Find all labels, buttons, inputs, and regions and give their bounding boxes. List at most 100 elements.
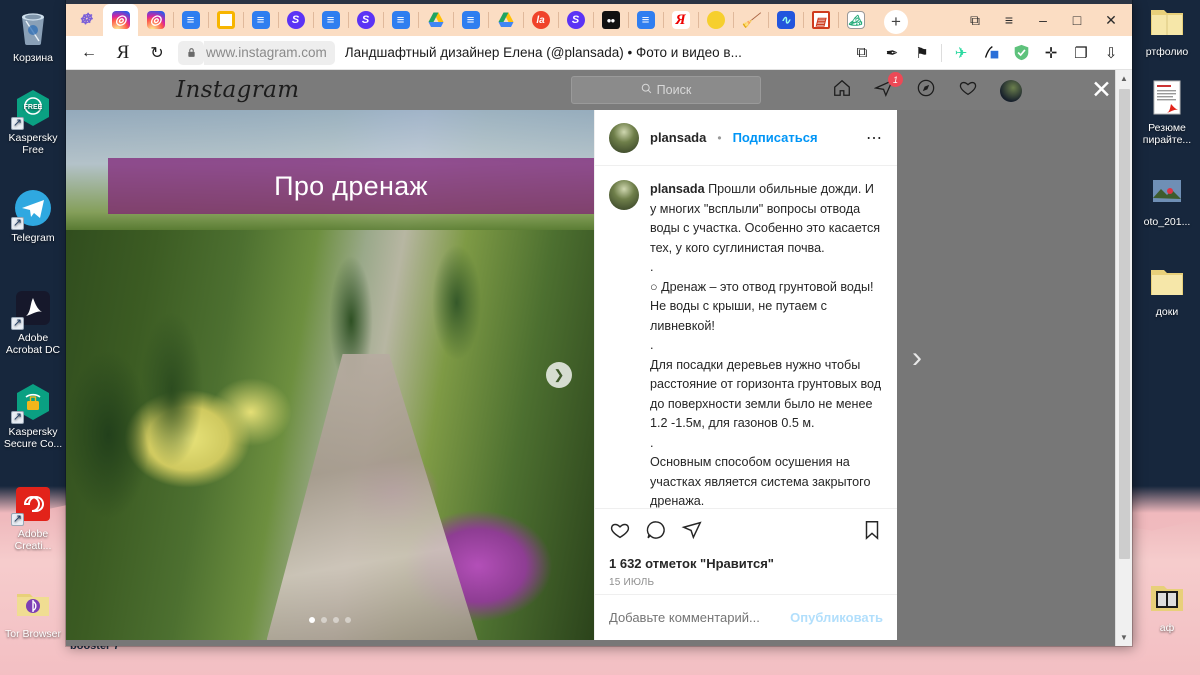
carousel-dot[interactable] (321, 617, 327, 623)
reader-mode-icon[interactable]: ✒ (877, 38, 907, 68)
activity-heart-icon[interactable] (958, 78, 978, 103)
scroll-down-icon[interactable]: ▼ (1116, 629, 1133, 646)
search-input[interactable]: Поиск (571, 76, 761, 104)
caption-author-username[interactable]: plansada (650, 182, 705, 196)
carousel-dots (309, 617, 351, 623)
tab-doc-2[interactable] (243, 4, 278, 36)
tab-instagram-active[interactable] (103, 4, 138, 36)
tab-doc-5[interactable] (453, 4, 488, 36)
desktop-icon-label: Корзина (13, 52, 53, 64)
back-button[interactable]: ← (72, 38, 106, 68)
carousel-dot[interactable] (309, 617, 315, 623)
direct-messages-icon[interactable]: 1 (873, 72, 903, 103)
restore-tabs-icon[interactable]: ⧉ (958, 12, 992, 29)
tab-drive-1[interactable] (418, 4, 453, 36)
tab-doc-3[interactable] (313, 4, 348, 36)
comment-bubble-icon[interactable] (645, 519, 667, 547)
tab-broom[interactable] (733, 4, 768, 36)
share-paper-plane-icon[interactable] (681, 519, 703, 547)
carousel-next-arrow[interactable]: › (912, 341, 922, 375)
desktop-icon-photo-file[interactable]: oto_201... (1134, 172, 1200, 228)
tab-doc-4[interactable] (383, 4, 418, 36)
page-scrollbar[interactable]: ▲ ▼ (1115, 70, 1132, 646)
tab-sun[interactable] (698, 4, 733, 36)
scroll-up-icon[interactable]: ▲ (1116, 70, 1133, 87)
pen-extension-icon[interactable] (976, 38, 1006, 68)
desktop-icon-portfolio-folder[interactable]: ртфолио (1134, 2, 1200, 58)
maximize-button[interactable]: □ (1060, 12, 1094, 28)
tab-drive-2[interactable] (488, 4, 523, 36)
caption-body: Прошли обильные дожди. И у многих "всплы… (650, 182, 882, 508)
close-overlay-button[interactable]: ✕ (1091, 78, 1112, 103)
profile-avatar[interactable] (1000, 79, 1022, 102)
post-options-icon[interactable]: ⋯ (866, 128, 883, 148)
like-count[interactable]: 1 632 отметок "Нравится" (609, 556, 883, 571)
tab-instagram-2[interactable] (138, 4, 173, 36)
download-icon[interactable]: ⇩ (1096, 38, 1126, 68)
desktop-icon-af-folder[interactable]: аф (1134, 578, 1200, 634)
browser-menu-icon[interactable]: ≡ (992, 12, 1026, 28)
post-author-avatar[interactable] (609, 122, 639, 153)
separator-dot: • (717, 130, 722, 145)
tab-la[interactable] (523, 4, 558, 36)
instagram-logo[interactable]: Instagram (176, 77, 300, 103)
desktop-icon-telegram[interactable]: Telegram (0, 188, 66, 244)
document-icon (181, 11, 200, 29)
bookmark-icon[interactable]: ⚑ (907, 38, 937, 68)
like-heart-icon[interactable] (609, 519, 631, 547)
tab-book[interactable] (803, 4, 838, 36)
tab-skype-1[interactable] (278, 4, 313, 36)
desktop-icon-adobe-creative-cloud[interactable]: Adobe Creati... (0, 484, 66, 552)
desktop-icon-kaspersky-secure-connection[interactable]: Kaspersky Secure Co... (0, 382, 66, 450)
pdf-document-icon (1147, 78, 1187, 118)
publish-comment-button[interactable]: Опубликовать (790, 610, 883, 625)
desktop-icon-tor-browser[interactable]: Tor Browser (0, 584, 66, 640)
tab-medium[interactable] (593, 4, 628, 36)
broom-icon (742, 11, 760, 29)
tab-yandex[interactable] (663, 4, 698, 36)
reload-button[interactable]: ↻ (140, 38, 174, 68)
tab-manager-icon[interactable]: ❐ (1066, 38, 1096, 68)
minimize-button[interactable]: – (1026, 12, 1060, 28)
post-author-username[interactable]: plansada (650, 130, 706, 145)
skype-icon (356, 11, 375, 29)
tab-skype-3[interactable] (558, 4, 593, 36)
photo-icon (846, 11, 865, 29)
save-bookmark-icon[interactable] (861, 519, 883, 547)
tab-yellow-box[interactable] (208, 4, 243, 36)
tab-doc-6[interactable] (628, 4, 663, 36)
adblock-shield-icon[interactable] (1006, 38, 1036, 68)
address-bar[interactable]: www.instagram.com Ландшафтный дизайнер Е… (178, 40, 843, 66)
desktop-icon-label: Kaspersky Free (8, 132, 58, 156)
search-placeholder: Поиск (656, 83, 692, 97)
copy-page-icon[interactable]: ⧉ (847, 38, 877, 68)
tab-skype-2[interactable] (348, 4, 383, 36)
tab-doc-1[interactable] (173, 4, 208, 36)
yandex-home-button[interactable]: Я (106, 38, 140, 68)
instagram-icon (146, 11, 165, 29)
page-viewport: Instagram Поиск 1 ✕ › Про дренаж ❯ plans… (66, 70, 1132, 646)
new-tab-button[interactable]: + (879, 8, 913, 36)
carousel-dot[interactable] (345, 617, 351, 623)
desktop-icon-recycle-bin[interactable]: Корзина (0, 8, 66, 64)
post-modal: Про дренаж ❯ plansada • Подписаться ⋯ pl… (66, 110, 897, 640)
caption-author-avatar[interactable] (609, 180, 639, 210)
tab-chart[interactable] (768, 4, 803, 36)
tab-photo[interactable] (838, 4, 873, 36)
ruler-icon[interactable]: ✛ (1036, 38, 1066, 68)
post-media[interactable]: Про дренаж ❯ (66, 110, 594, 640)
desktop-icon-resume-pdf[interactable]: Резюме пирайте... (1134, 78, 1200, 146)
tab-cluster[interactable] (68, 4, 103, 36)
scrollbar-thumb[interactable] (1118, 89, 1130, 559)
desktop-icon-doki-folder[interactable]: доки (1134, 262, 1200, 318)
desktop-icon-kaspersky-free[interactable]: FREE Kaspersky Free (0, 88, 66, 156)
comment-input[interactable] (609, 610, 791, 625)
carousel-dot[interactable] (333, 617, 339, 623)
desktop-icon-adobe-acrobat[interactable]: Adobe Acrobat DC (0, 288, 66, 356)
close-window-button[interactable]: ✕ (1094, 12, 1128, 29)
explore-compass-icon[interactable] (916, 78, 936, 103)
translate-icon[interactable]: ✈ (946, 38, 976, 68)
carousel-next-circle-button[interactable]: ❯ (546, 362, 572, 388)
follow-button[interactable]: Подписаться (733, 130, 818, 145)
home-icon[interactable] (832, 78, 852, 103)
